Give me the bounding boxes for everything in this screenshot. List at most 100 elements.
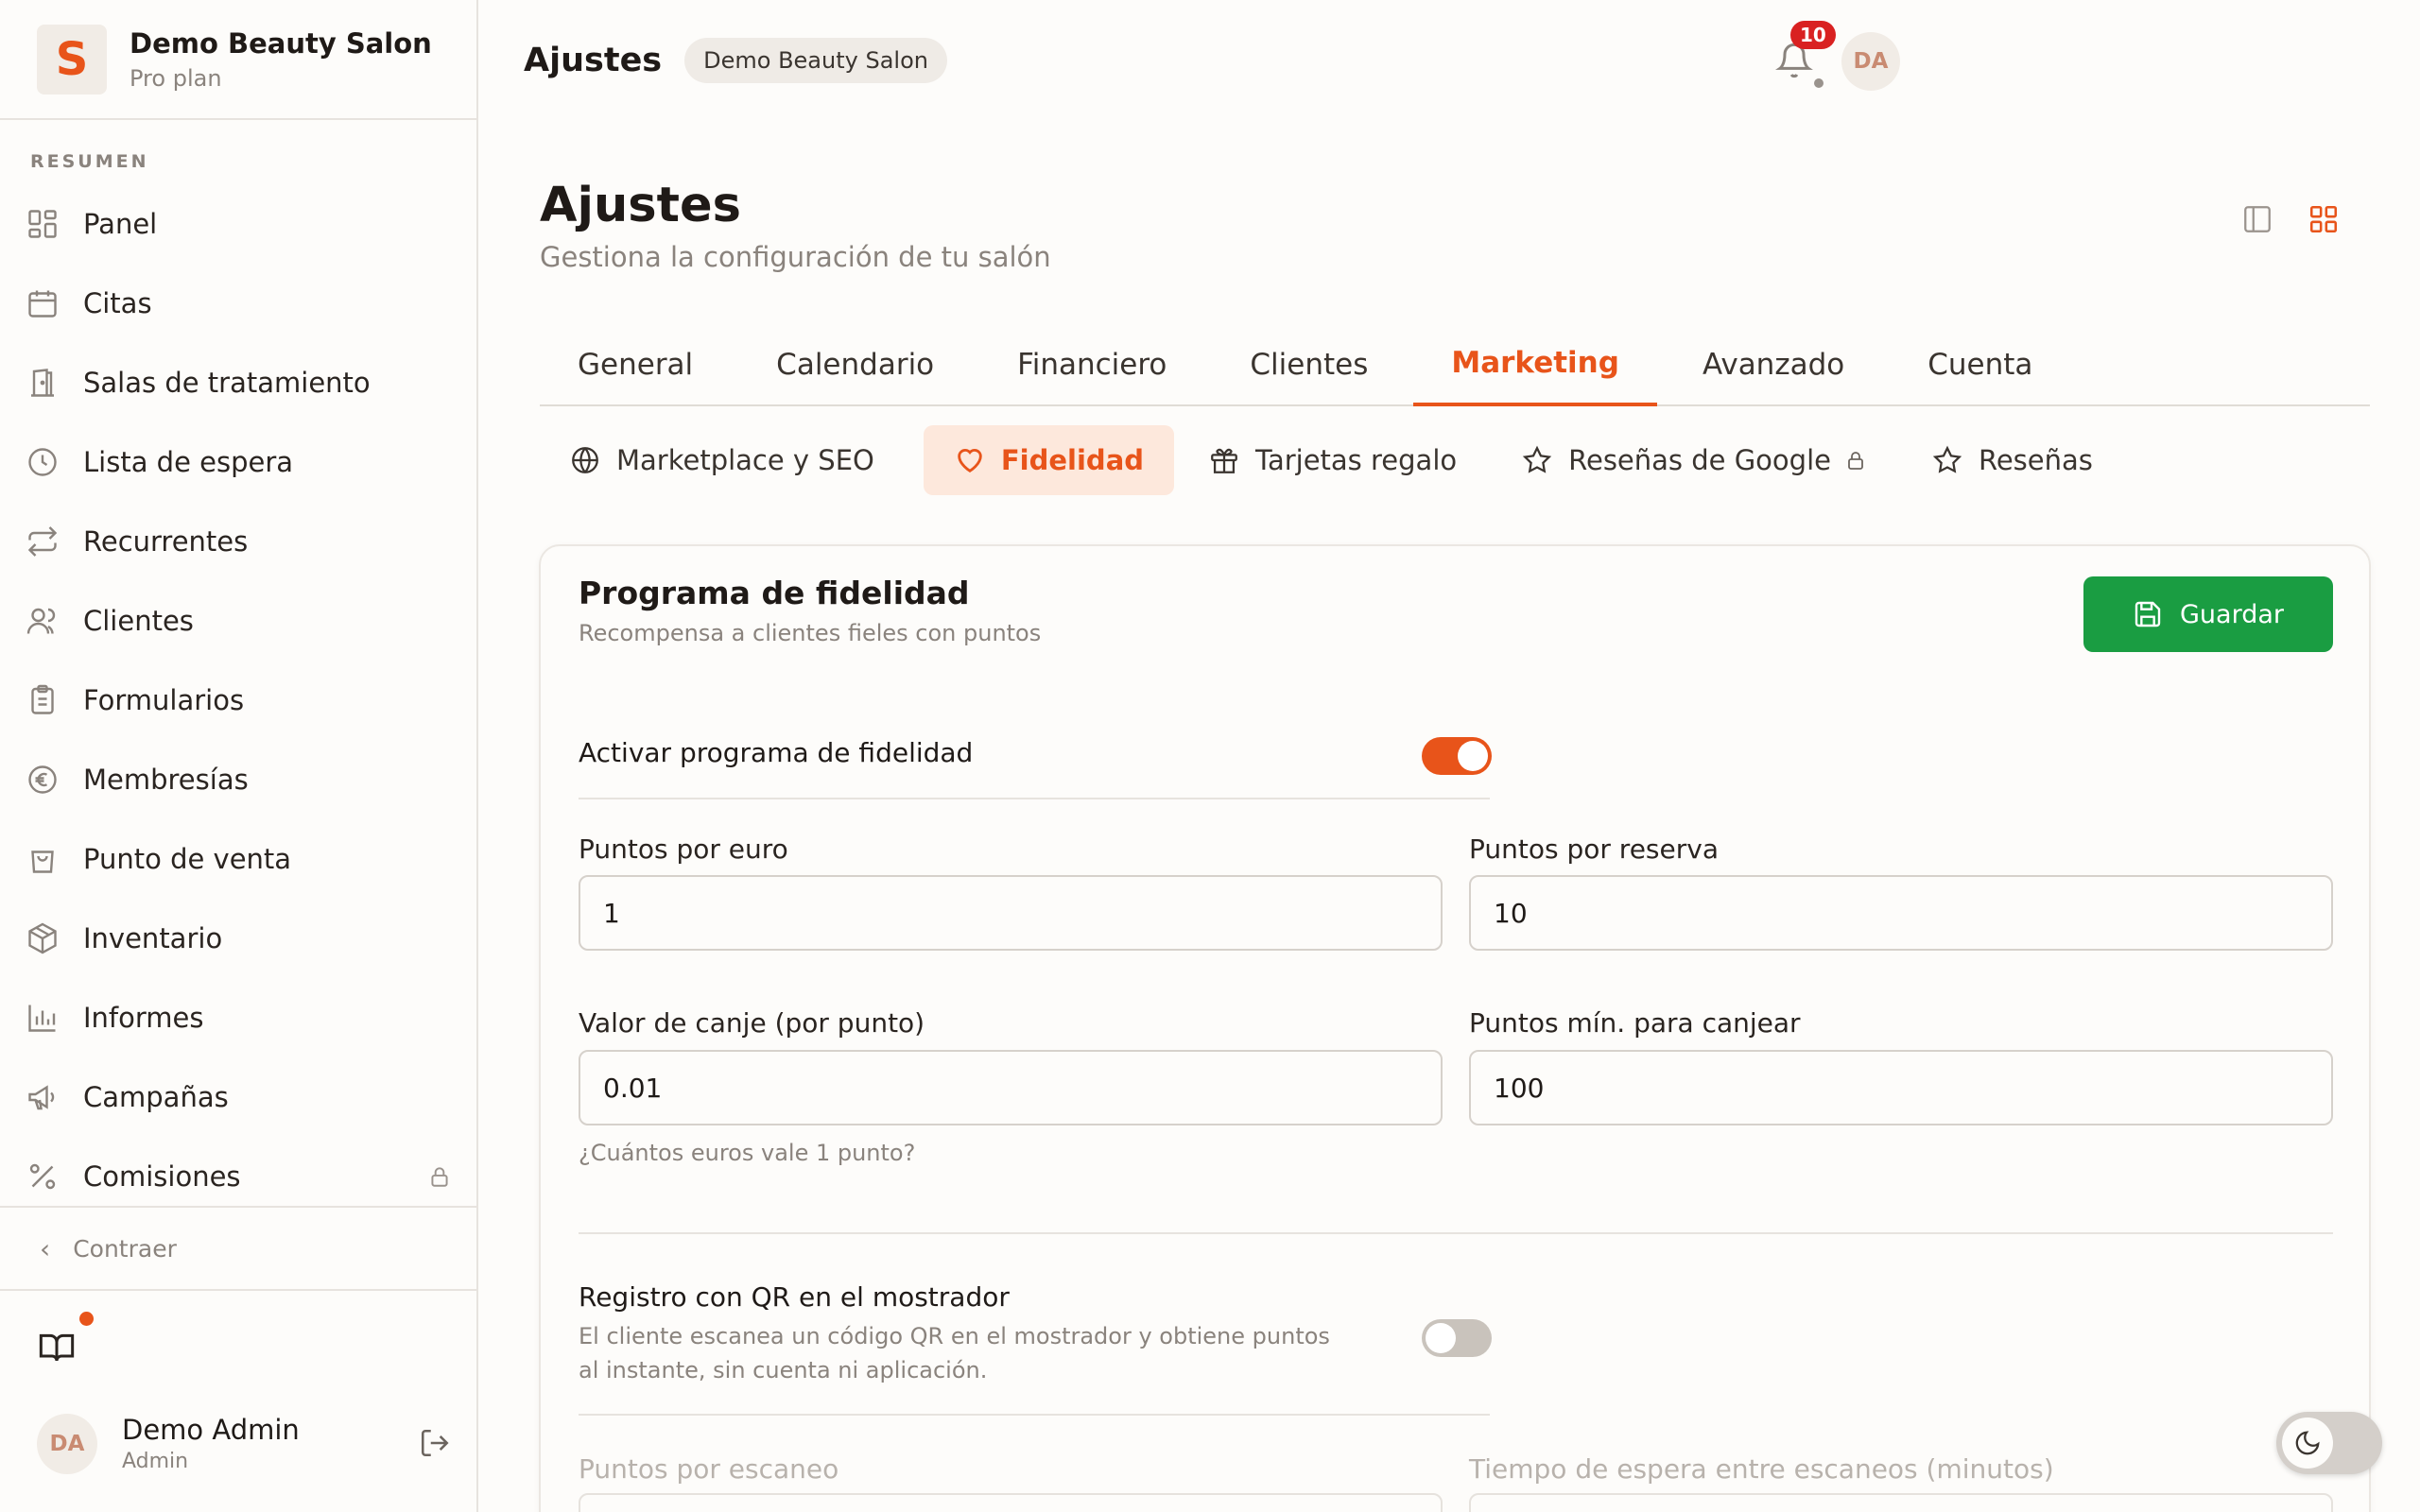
sidebar-item-label: Lista de espera xyxy=(83,446,294,478)
lock-icon xyxy=(1844,449,1867,472)
sidebar-item-label: Membresías xyxy=(83,764,249,796)
points-per-scan-label: Puntos por escaneo xyxy=(579,1453,839,1485)
tab-clientes[interactable]: Clientes xyxy=(1212,323,1406,406)
clipboard-icon xyxy=(24,681,61,719)
star-icon xyxy=(1521,444,1553,476)
book-icon[interactable] xyxy=(38,1328,76,1366)
brand-header[interactable]: S Demo Beauty Salon Pro plan xyxy=(0,0,476,120)
sidebar-layout-icon[interactable] xyxy=(2241,203,2273,235)
logout-icon[interactable] xyxy=(419,1427,453,1461)
tab-avanzado[interactable]: Avanzado xyxy=(1665,323,1882,406)
gift-icon xyxy=(1208,444,1240,476)
moon-icon xyxy=(2282,1418,2333,1469)
sidebar-item-membresias[interactable]: Membresías xyxy=(0,740,476,819)
subtab-resenas-google[interactable]: Reseñas de Google xyxy=(1506,425,1897,495)
divider xyxy=(579,1414,1490,1416)
subtab-label: Fidelidad xyxy=(1000,444,1145,476)
sidebar-item-inventario[interactable]: Inventario xyxy=(0,899,476,978)
settings-tabs: General Calendario Financiero Clientes M… xyxy=(540,323,2370,406)
sidebar-item-punto-venta[interactable]: Punto de venta xyxy=(0,819,476,899)
tab-financiero[interactable]: Financiero xyxy=(979,323,1204,406)
euro-icon xyxy=(24,761,61,799)
qr-checkin-toggle[interactable] xyxy=(1422,1319,1492,1357)
points-per-scan-input xyxy=(579,1493,1443,1512)
redeem-value-hint: ¿Cuántos euros vale 1 punto? xyxy=(579,1140,916,1166)
sidebar-item-lista-espera[interactable]: Lista de espera xyxy=(0,422,476,502)
subtab-tarjetas-regalo[interactable]: Tarjetas regalo xyxy=(1193,425,1487,495)
sidebar-item-informes[interactable]: Informes xyxy=(0,978,476,1057)
topbar: Ajustes Demo Beauty Salon xyxy=(478,0,2420,120)
sidebar-item-label: Punto de venta xyxy=(83,843,292,875)
marketing-subtabs: Marketplace y SEO Fidelidad Tarjetas reg… xyxy=(554,425,2123,495)
sidebar-item-recurrentes[interactable]: Recurrentes xyxy=(0,502,476,581)
subtab-marketplace-seo[interactable]: Marketplace y SEO xyxy=(554,425,905,495)
tab-cuenta[interactable]: Cuenta xyxy=(1890,323,2070,406)
box-icon xyxy=(24,919,61,957)
tab-general[interactable]: General xyxy=(540,323,731,406)
sidebar-item-label: Salas de tratamiento xyxy=(83,367,371,399)
users-icon xyxy=(24,602,61,640)
qr-checkin-label: Registro con QR en el mostrador xyxy=(579,1281,1010,1313)
door-icon xyxy=(24,364,61,402)
notification-dot xyxy=(79,1312,94,1326)
user-profile[interactable]: DA Demo Admin Admin xyxy=(37,1413,453,1474)
sidebar-item-label: Clientes xyxy=(83,605,194,637)
megaphone-icon xyxy=(24,1078,61,1116)
redeem-value-input[interactable]: 0.01 xyxy=(579,1050,1443,1125)
sidebar-item-label: Recurrentes xyxy=(83,525,249,558)
avatar: DA xyxy=(37,1413,97,1474)
loyalty-program-card: Programa de fidelidad Recompensa a clien… xyxy=(539,544,2371,1512)
theme-toggle[interactable] xyxy=(2276,1412,2382,1474)
card-title: Programa de fidelidad xyxy=(579,575,970,611)
sidebar-item-citas[interactable]: Citas xyxy=(0,264,476,343)
redeem-value-label: Valor de canje (por punto) xyxy=(579,1007,925,1039)
dashboard-icon xyxy=(24,205,61,243)
sidebar-item-formularios[interactable]: Formularios xyxy=(0,661,476,740)
tab-calendario[interactable]: Calendario xyxy=(738,323,972,406)
collapse-label: Contraer xyxy=(73,1234,177,1263)
sidebar-item-label: Campañas xyxy=(83,1081,229,1113)
subtab-resenas[interactable]: Reseñas xyxy=(1916,425,2123,495)
notification-badge: 10 xyxy=(1790,21,1836,49)
lock-icon xyxy=(427,1164,452,1189)
points-per-euro-input[interactable]: 1 xyxy=(579,875,1443,951)
salon-chip[interactable]: Demo Beauty Salon xyxy=(684,37,947,83)
card-subtitle: Recompensa a clientes fieles con puntos xyxy=(579,620,1042,646)
subtab-label: Reseñas de Google xyxy=(1568,444,1831,476)
subtab-label: Marketplace y SEO xyxy=(616,444,874,476)
subtab-label: Tarjetas regalo xyxy=(1255,444,1458,476)
min-points-input[interactable]: 100 xyxy=(1469,1050,2333,1125)
topbar-title: Ajustes xyxy=(524,41,663,79)
grid-layout-icon[interactable] xyxy=(2308,203,2340,235)
page-title: Ajustes xyxy=(540,178,741,233)
points-per-booking-label: Puntos por reserva xyxy=(1469,833,1719,865)
nav-section-label: RESUMEN xyxy=(30,151,149,172)
sidebar-item-label: Informes xyxy=(83,1002,204,1034)
repeat-icon xyxy=(24,523,61,560)
user-role: Admin xyxy=(122,1450,189,1473)
chevron-left-icon: ‹ xyxy=(40,1232,51,1264)
sidebar-item-comisiones[interactable]: Comisiones xyxy=(0,1137,476,1216)
sidebar: S Demo Beauty Salon Pro plan RESUMEN Pan… xyxy=(0,0,478,1512)
points-per-booking-input[interactable]: 10 xyxy=(1469,875,2333,951)
scan-cooldown-label: Tiempo de espera entre escaneos (minutos… xyxy=(1469,1453,2054,1485)
collapse-sidebar-button[interactable]: ‹ Contraer xyxy=(0,1206,476,1291)
tab-marketing[interactable]: Marketing xyxy=(1413,323,1657,406)
status-dot xyxy=(1814,78,1824,88)
save-label: Guardar xyxy=(2180,599,2284,629)
divider xyxy=(579,1232,2333,1234)
clock-icon xyxy=(24,443,61,481)
user-name: Demo Admin xyxy=(122,1414,300,1446)
enable-loyalty-toggle[interactable] xyxy=(1422,737,1492,775)
sidebar-item-panel[interactable]: Panel xyxy=(0,184,476,264)
sidebar-item-salas[interactable]: Salas de tratamiento xyxy=(0,343,476,422)
bar-chart-icon xyxy=(24,999,61,1037)
sidebar-item-label: Panel xyxy=(83,208,158,240)
avatar[interactable]: DA xyxy=(1841,32,1900,91)
subtab-fidelidad[interactable]: Fidelidad xyxy=(923,425,1175,495)
globe-icon xyxy=(569,444,601,476)
sidebar-item-campanas[interactable]: Campañas xyxy=(0,1057,476,1137)
save-button[interactable]: Guardar xyxy=(2083,576,2333,652)
sidebar-item-clientes[interactable]: Clientes xyxy=(0,581,476,661)
sidebar-item-label: Comisiones xyxy=(83,1160,241,1193)
